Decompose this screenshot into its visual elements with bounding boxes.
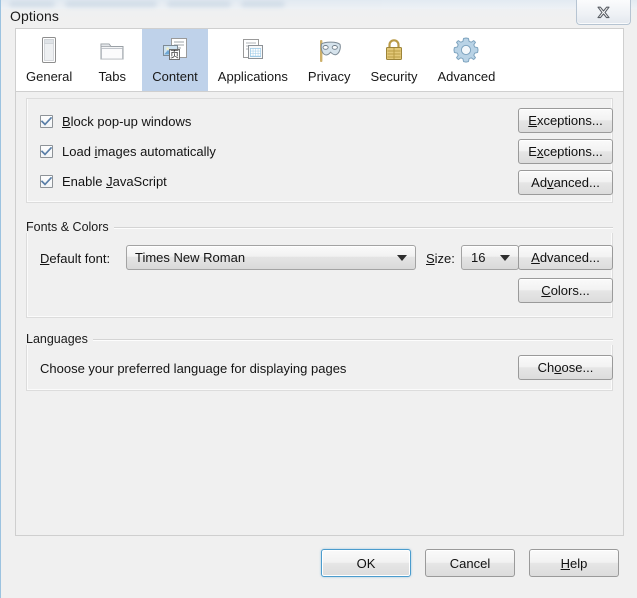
languages-group-label: Languages (26, 332, 88, 346)
fonts-advanced-button[interactable]: Advanced... (518, 245, 613, 270)
padlock-icon (374, 32, 414, 68)
checkbox-block-popups-label: Block pop-up windows (62, 114, 192, 129)
default-font-label: Default font: (40, 251, 111, 266)
content-page-icon: 页 (155, 32, 195, 68)
checkbox-block-popups[interactable] (40, 115, 53, 128)
images-exceptions-button[interactable]: Exceptions... (518, 139, 613, 164)
checkbox-row-enable-javascript[interactable]: Enable JavaScript (40, 174, 167, 189)
popup-exceptions-button-label: Exceptions... (528, 113, 603, 128)
fonts-colors-group-label: Fonts & Colors (26, 220, 109, 234)
languages-group-rule (92, 338, 613, 340)
default-font-value: Times New Roman (135, 250, 246, 265)
checkbox-load-images[interactable] (40, 145, 53, 158)
languages-group-header: Languages (16, 332, 623, 346)
tab-tabs[interactable]: Tabs (82, 29, 143, 91)
tab-advanced-label: Advanced (437, 69, 496, 84)
font-size-value: 16 (471, 250, 486, 265)
gear-icon (446, 32, 486, 68)
checkbox-row-load-images[interactable]: Load images automatically (40, 144, 216, 159)
title-bar: Options (1, 0, 637, 28)
fonts-colors-group: Fonts & Colors (16, 220, 623, 234)
default-font-dropdown[interactable]: Times New Roman (126, 245, 416, 270)
options-dialog: Options General Tabs 页 Content Applicati… (0, 0, 637, 598)
cancel-button[interactable]: Cancel (425, 549, 515, 577)
font-size-dropdown[interactable]: 16 (461, 245, 519, 270)
tab-applications-label: Applications (217, 69, 288, 84)
tab-advanced[interactable]: Advanced (427, 29, 506, 91)
choose-language-button-label: Choose... (537, 360, 594, 375)
tab-privacy[interactable]: Privacy (297, 29, 361, 91)
tab-general[interactable]: General (16, 29, 83, 91)
tab-strip: General Tabs 页 Content Applications Priv… (15, 28, 624, 92)
help-button-label: Help (560, 555, 588, 571)
checkbox-enable-javascript-label: Enable JavaScript (62, 174, 167, 189)
fonts-colors-group-header: Fonts & Colors (16, 220, 623, 234)
checkbox-enable-javascript[interactable] (40, 175, 53, 188)
tab-applications[interactable]: Applications (207, 29, 298, 91)
window-pane-icon (29, 32, 69, 68)
ok-button-label: OK (356, 555, 376, 571)
checkbox-row-block-popups[interactable]: Block pop-up windows (40, 114, 191, 129)
cancel-button-label: Cancel (449, 555, 491, 571)
tab-security-label: Security (370, 69, 418, 84)
fonts-advanced-button-label: Advanced... (531, 250, 600, 265)
dialog-footer: OK Cancel Help (1, 536, 637, 598)
tab-content-label: Content (152, 69, 198, 84)
tab-content[interactable]: 页 Content (142, 29, 208, 91)
ok-button[interactable]: OK (321, 549, 411, 577)
tab-security[interactable]: Security (360, 29, 428, 91)
close-x-icon (595, 5, 612, 20)
languages-group: Languages (16, 332, 623, 346)
close-button[interactable] (576, 0, 631, 25)
images-exceptions-button-label: Exceptions... (528, 144, 603, 159)
applications-icon (233, 32, 273, 68)
javascript-advanced-button[interactable]: Advanced... (518, 170, 613, 195)
fonts-colors-group-rule (113, 226, 613, 228)
font-size-label: Size: (426, 251, 455, 266)
javascript-advanced-button-label: Advanced... (531, 175, 600, 190)
tab-tabs-label: Tabs (98, 69, 126, 84)
tab-general-label: General (26, 69, 73, 84)
languages-description: Choose your preferred language for displ… (40, 361, 347, 376)
content-panel: Block pop-up windows Load images automat… (15, 92, 624, 536)
colors-button-label: Colors... (541, 283, 590, 298)
help-button[interactable]: Help (529, 549, 619, 577)
popup-exceptions-button[interactable]: Exceptions... (518, 108, 613, 133)
colors-button[interactable]: Colors... (518, 278, 613, 303)
chevron-down-icon (397, 254, 407, 261)
checkbox-load-images-label: Load images automatically (62, 144, 216, 159)
tab-privacy-label: Privacy (307, 69, 351, 84)
chevron-down-icon (500, 254, 510, 261)
privacy-mask-icon (309, 32, 349, 68)
window-title: Options (10, 8, 59, 24)
choose-language-button[interactable]: Choose... (518, 355, 613, 380)
svg-text:页: 页 (170, 50, 179, 61)
folder-tabs-icon (92, 32, 132, 68)
